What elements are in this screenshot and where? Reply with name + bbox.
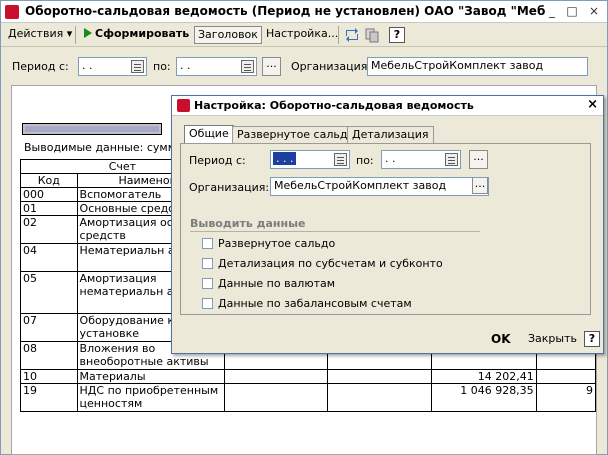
checkbox-subaccount-detail[interactable] [202,258,213,269]
period-from-label: Период с: [12,60,69,73]
period-from-value: . . [82,59,93,72]
dialog-period-to-field[interactable]: . . [381,150,461,169]
period-to-field[interactable]: . . [176,57,257,76]
minimize-button[interactable]: _ [543,3,561,19]
output-section-title: Выводить данные [190,217,306,230]
calendar-icon[interactable] [241,60,254,73]
dialog-org-field[interactable]: МебельСтройКомплект завод ... [270,177,489,196]
period-to-label: по: [153,60,171,73]
title-bar: Оборотно-сальдовая ведомость (Период не … [1,1,607,23]
copy-icon[interactable] [364,27,380,43]
actions-menu[interactable]: Действия ▾ [5,26,75,44]
dialog-org-select-button[interactable]: ... [472,178,488,194]
period-select-button[interactable]: ... [262,57,281,76]
org-field[interactable]: МебельСтройКомплект завод [367,57,588,76]
settings-dialog: Настройка: Оборотно-сальдовая ведомость … [171,95,604,354]
tab-general[interactable]: Общие [184,125,234,144]
app-icon [5,5,19,19]
calendar-icon[interactable] [334,153,347,166]
header-code: Код [20,173,78,188]
calendar-icon[interactable] [445,153,458,166]
dialog-period-select-button[interactable]: ... [469,150,488,169]
checkbox-currency[interactable] [202,278,213,289]
help-button[interactable]: ? [389,27,405,43]
ok-button[interactable]: OK [491,332,511,346]
output-data-text: Выводимые данные: сумм [24,141,176,154]
dialog-org-value: МебельСтройКомплект завод [274,179,447,192]
refresh-icon[interactable] [344,27,360,43]
dialog-help-button[interactable]: ? [584,331,600,347]
generate-button[interactable]: Сформировать [81,26,192,44]
period-to-value: . . [180,59,191,72]
dialog-period-from-label: Период с: [189,154,246,167]
play-icon [84,28,92,38]
checkbox-off-balance[interactable] [202,298,213,309]
dialog-footer: OK Закрыть ? [172,326,603,354]
calendar-icon[interactable] [131,60,144,73]
settings-button[interactable]: Настройка... [263,26,341,44]
checkbox-off-balance-label: Данные по забалансовым счетам [218,297,412,310]
header-button[interactable]: Заголовок [194,26,262,44]
maximize-button[interactable]: □ [563,3,581,19]
report-title-bar [22,123,162,135]
dialog-period-from-value: . . . [273,152,297,165]
dialog-title-bar: Настройка: Оборотно-сальдовая ведомость … [172,96,603,116]
toolbar-separator [75,26,76,44]
window-title: Оборотно-сальдовая ведомость (Период не … [25,4,545,18]
dialog-org-label: Организация: [189,181,270,194]
dialog-close-icon[interactable]: × [587,97,598,112]
org-label: Организация: [291,60,372,73]
dialog-title: Настройка: Оборотно-сальдовая ведомость [194,99,474,112]
generate-label: Сформировать [95,27,190,40]
dialog-period-to-value: . . [385,152,396,165]
tab-detailing[interactable]: Детализация [347,126,434,143]
close-dialog-button[interactable]: Закрыть [528,332,577,345]
filter-bar: Период с: . . по: . . ... Организация: М… [1,48,607,84]
section-divider [190,231,480,232]
dialog-period-from-field[interactable]: . . . [270,150,350,169]
checkbox-currency-label: Данные по валютам [218,277,336,290]
toolbar: Действия ▾ Сформировать Заголовок Настро… [1,23,607,47]
dialog-period-to-label: по: [356,154,374,167]
dialog-app-icon [177,99,190,112]
table-row: 10 Материалы 14 202,41 [20,369,596,384]
checkbox-expanded-balance[interactable] [202,238,213,249]
table-row: 19 НДС по приобретенным ценностям 1 046 92… [20,383,596,412]
checkbox-expanded-balance-label: Развернутое сальдо [218,237,336,250]
toolbar-separator [338,26,339,44]
close-button[interactable]: × [585,3,603,19]
checkbox-subaccount-detail-label: Детализация по субсчетам и субконто [218,257,443,270]
tab-expanded-balance[interactable]: Развернутое сальдо [232,126,360,143]
period-from-field[interactable]: . . [78,57,147,76]
